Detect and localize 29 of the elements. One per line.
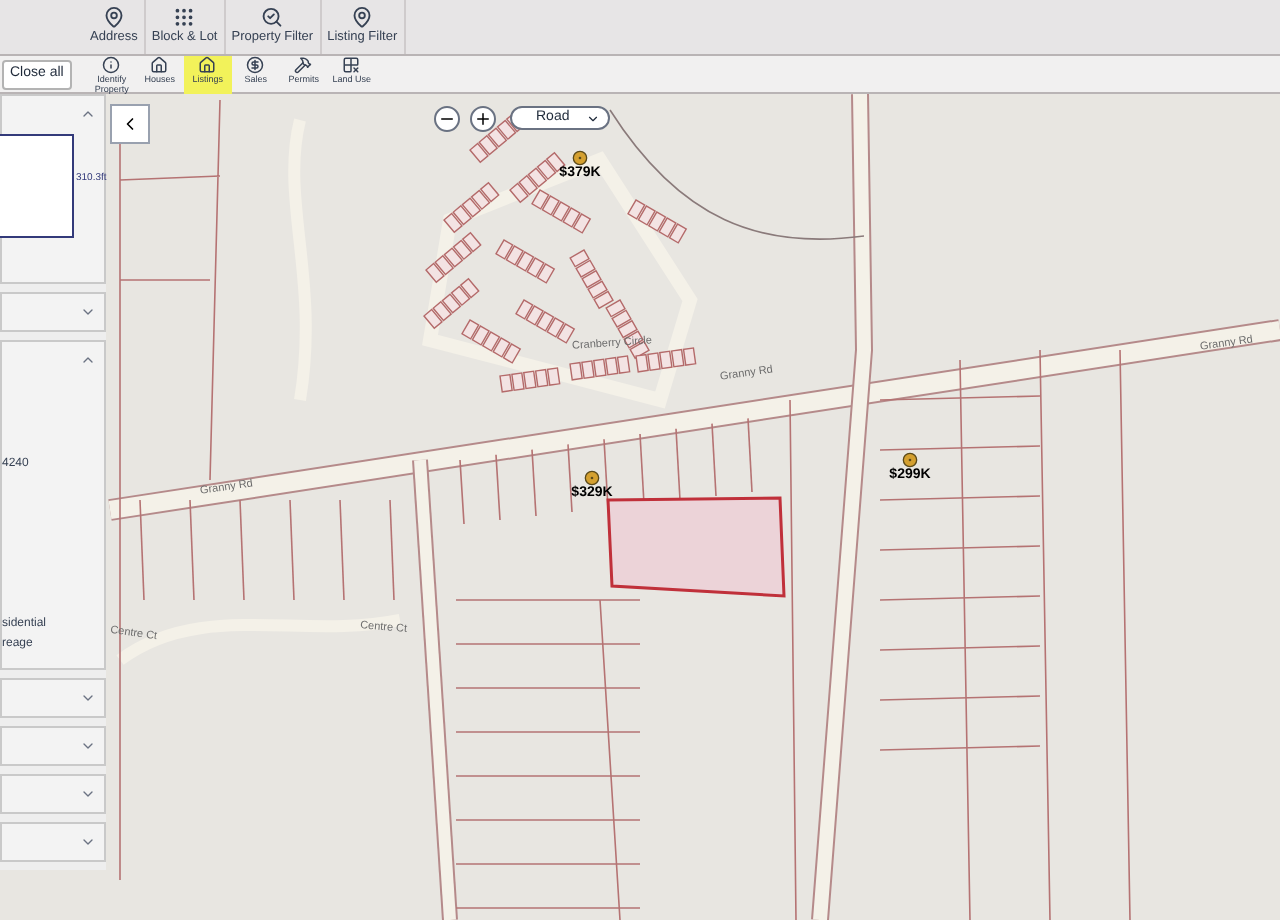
mobile-home-row <box>627 199 688 244</box>
mobile-home-row <box>443 181 500 234</box>
listing-marker-icon[interactable] <box>572 150 588 166</box>
mobile-home-row <box>569 249 614 310</box>
house-icon <box>150 55 169 73</box>
mobile-home-row <box>635 347 697 373</box>
selected-parcel[interactable] <box>606 496 786 598</box>
house-icon <box>198 55 217 73</box>
listing-marker-icon[interactable] <box>584 470 600 486</box>
mobile-home-row <box>425 231 482 284</box>
map-pin-icon <box>101 6 126 29</box>
mobile-home-row <box>495 239 556 284</box>
caret-icon <box>586 111 600 125</box>
mobile-home-row <box>569 355 631 381</box>
mobile-home-row <box>531 189 592 234</box>
hammer-icon <box>294 55 313 73</box>
mobile-home-row <box>461 319 522 364</box>
magnifier-icon <box>260 6 285 29</box>
plus-icon <box>474 110 492 128</box>
listing-marker-icon[interactable] <box>902 452 918 468</box>
mobile-home-row <box>499 367 561 393</box>
map-pin-icon <box>350 6 375 29</box>
dollar-icon <box>246 55 265 73</box>
mobile-home-row <box>423 277 480 330</box>
info-icon <box>102 55 121 73</box>
grid-map-icon <box>342 55 361 73</box>
collapse-panel-button[interactable] <box>110 104 150 144</box>
mobile-home-row <box>515 299 576 344</box>
grid-icon <box>172 6 197 29</box>
